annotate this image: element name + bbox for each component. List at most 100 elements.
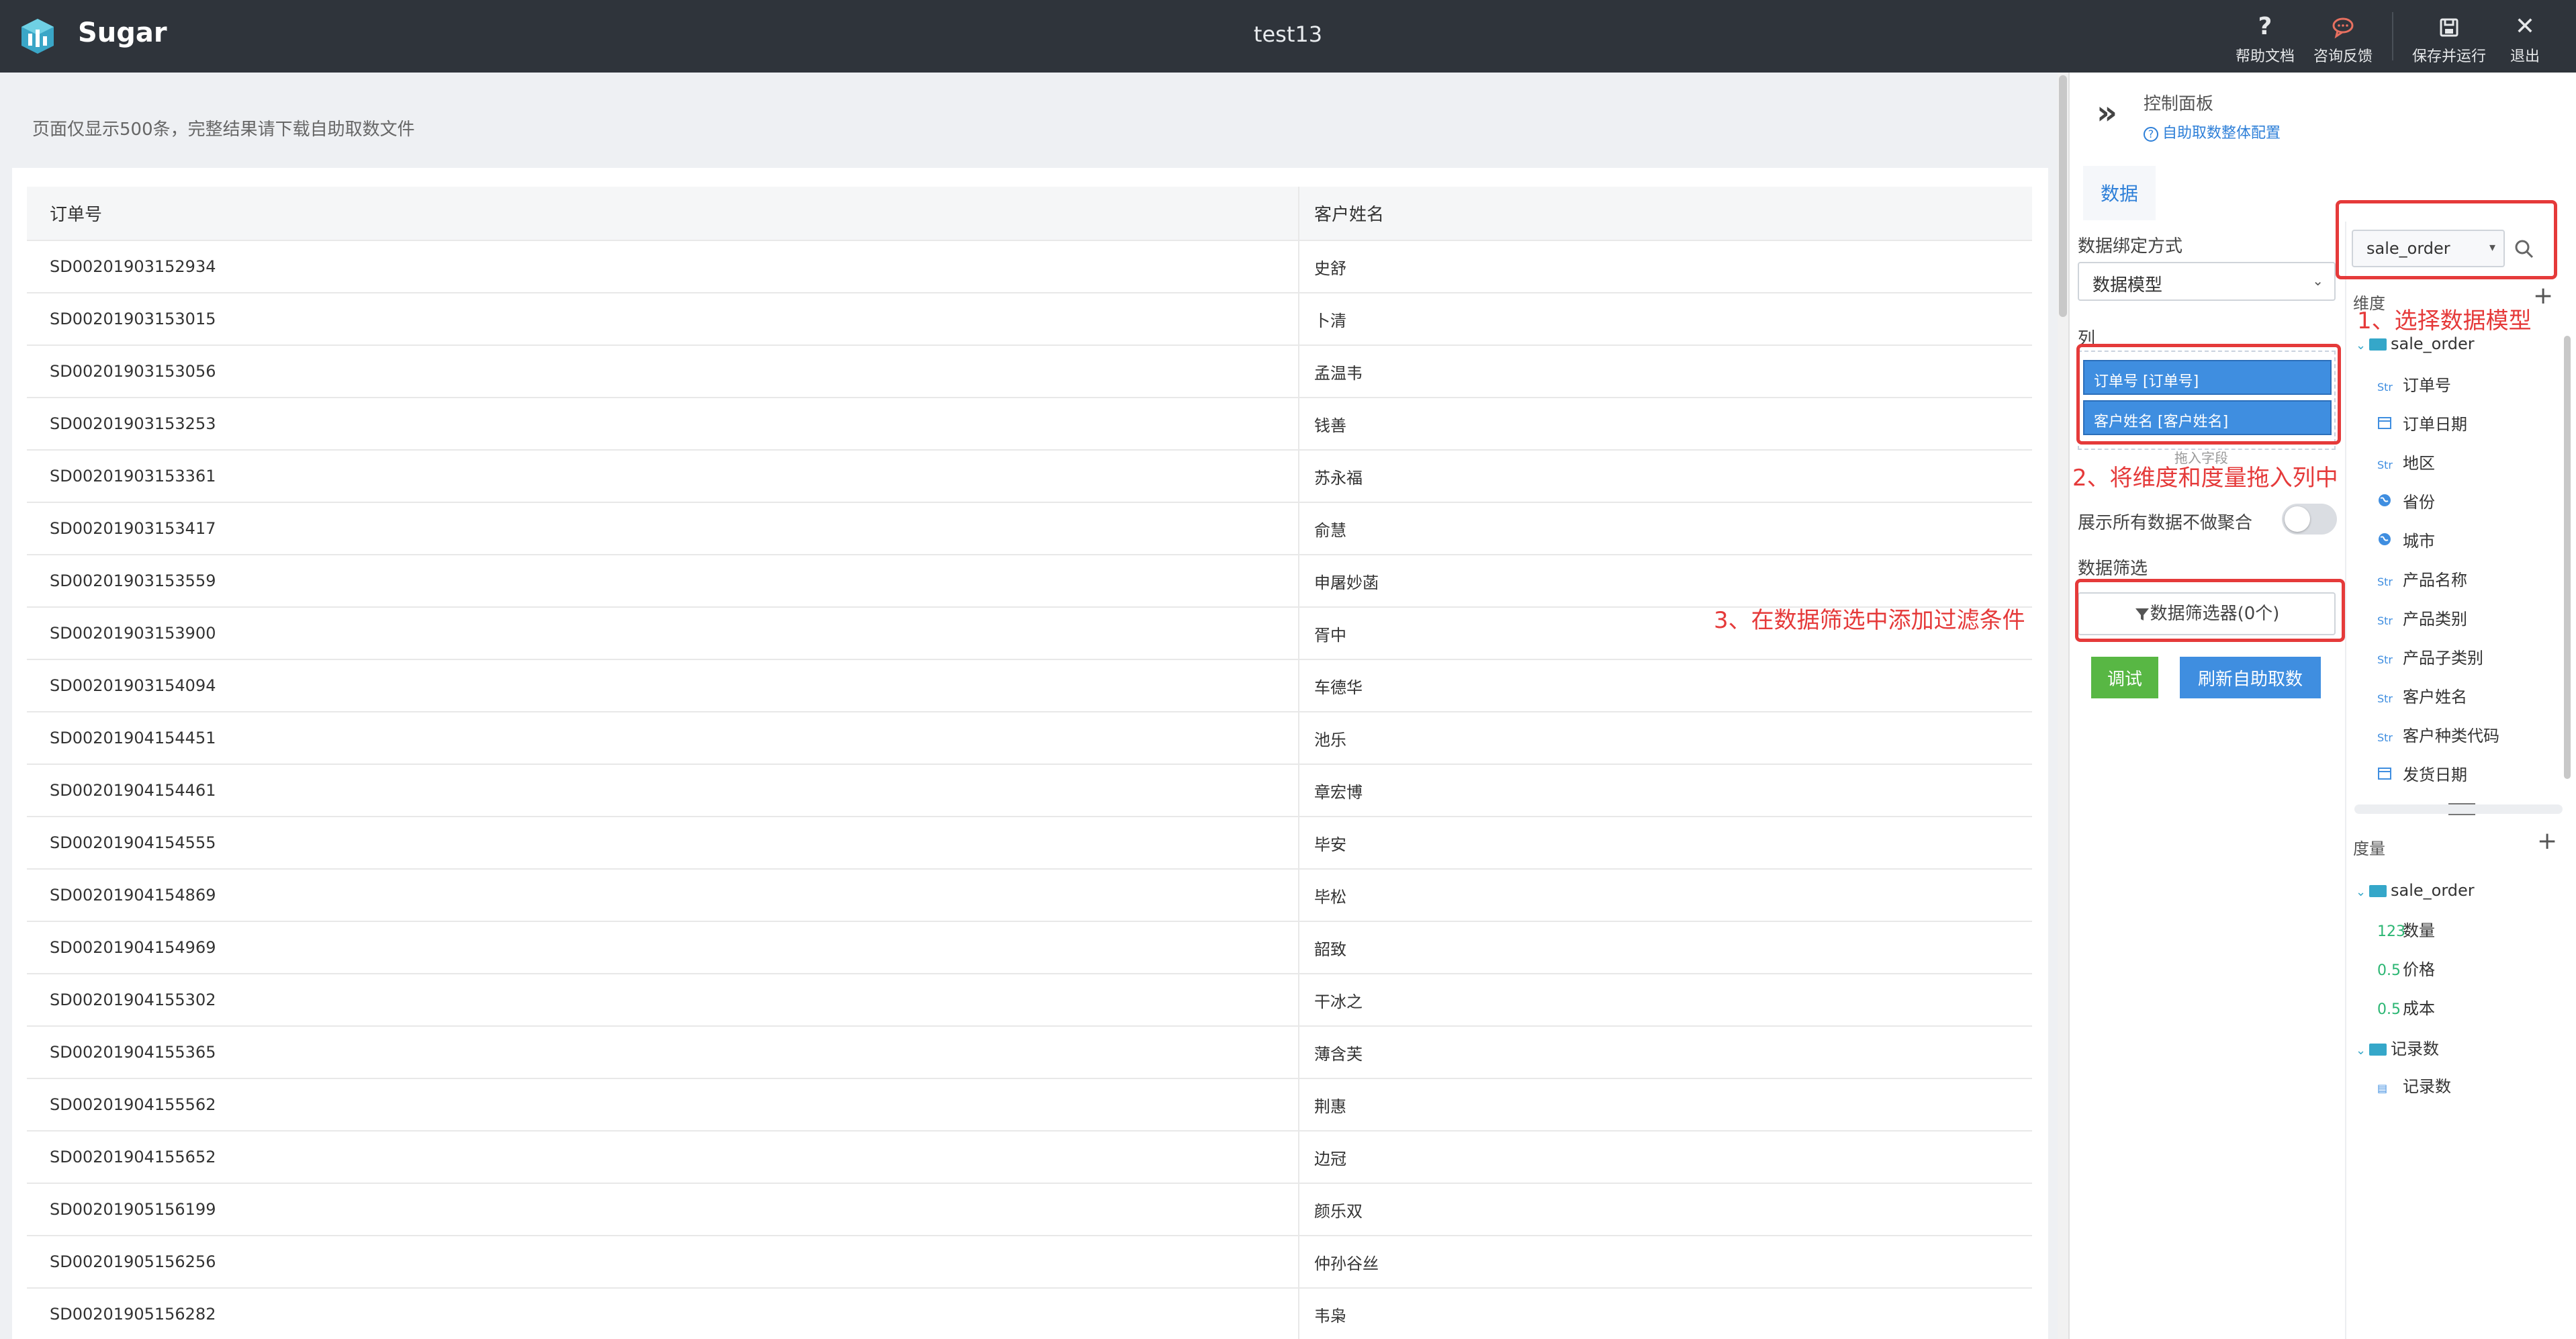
add-measure-plus-icon[interactable]: + xyxy=(2537,827,2557,855)
dimension-field[interactable]: Str 产品名称 xyxy=(2377,567,2467,590)
table-row[interactable]: SD00201905156282 韦枭 xyxy=(27,1288,2032,1339)
table-row[interactable]: SD00201904154555 毕安 xyxy=(27,817,2032,870)
table-row[interactable]: SD00201903153253 钱善 xyxy=(27,398,2032,451)
dimension-field[interactable]: Str 产品类别 xyxy=(2377,606,2467,629)
table-row[interactable]: SD00201904155652 边冠 xyxy=(27,1131,2032,1184)
dimension-field[interactable]: Str 客户种类代码 xyxy=(2377,723,2499,746)
cell-order-id: SD00201904155365 xyxy=(27,1026,1299,1079)
no-aggregation-toggle[interactable] xyxy=(2282,504,2337,535)
debug-button[interactable]: 调试 xyxy=(2091,657,2158,698)
cell-order-id: SD00201903153361 xyxy=(27,450,1299,503)
top-header: Sugar test13 ? 帮助文档 咨询反馈 保存并运行 ✕ 退出 xyxy=(0,0,2576,73)
cell-customer-name: 韶致 xyxy=(1298,921,2032,974)
tab-data[interactable]: 数据 xyxy=(2083,164,2156,220)
result-limit-notice: 页面仅显示500条，完整结果请下载自助取数文件 xyxy=(32,120,415,140)
calendar-icon xyxy=(2377,415,2397,432)
table-row[interactable]: SD00201903153559 申屠妙菡 xyxy=(27,555,2032,608)
table-row[interactable]: SD00201903154094 车德华 xyxy=(27,659,2032,712)
table-row[interactable]: SD00201905156199 颜乐双 xyxy=(27,1183,2032,1236)
column-header-customer-name[interactable]: 客户姓名 xyxy=(1298,187,2032,241)
brand-name: Sugar xyxy=(78,17,167,48)
result-table-card: 订单号 客户姓名 SD00201903152934 史舒 SD00201903153… xyxy=(12,168,2048,1339)
table-row[interactable]: SD00201903153056 孟温韦 xyxy=(27,345,2032,398)
table-row[interactable]: SD00201903153015 卜清 xyxy=(27,293,2032,346)
cell-order-id: SD00201904154555 xyxy=(27,817,1299,870)
column-header-order-id[interactable]: 订单号 xyxy=(27,187,1299,241)
cell-order-id: SD00201904154969 xyxy=(27,921,1299,974)
cell-customer-name: 章宏博 xyxy=(1298,764,2032,817)
table-row[interactable]: SD00201904154969 韶致 xyxy=(27,921,2032,974)
cell-order-id: SD00201903153253 xyxy=(27,398,1299,451)
table-scrollbar-thumb[interactable] xyxy=(2059,75,2067,317)
dimension-field[interactable]: 订单日期 xyxy=(2377,411,2467,434)
sugar-logo-icon xyxy=(21,19,54,54)
field-list-scrollbar[interactable] xyxy=(2564,336,2571,779)
table-row[interactable]: SD00201904154869 毕松 xyxy=(27,869,2032,922)
no-aggregation-label: 展示所有数据不做聚合 xyxy=(2078,513,2253,533)
dimension-field[interactable]: Str 产品子类别 xyxy=(2377,645,2483,668)
binding-mode-select[interactable]: 数据模型 ⌄ xyxy=(2078,262,2336,301)
dimension-field[interactable]: 省份 xyxy=(2377,489,2435,512)
refresh-button[interactable]: 刷新自助取数 xyxy=(2180,657,2321,698)
cell-customer-name: 钱善 xyxy=(1298,398,2032,451)
table-header-row: 订单号 客户姓名 xyxy=(27,187,2032,241)
cell-order-id: SD00201903153559 xyxy=(27,555,1299,608)
exit-button[interactable]: ✕ 退出 xyxy=(2489,12,2561,66)
record-count-field[interactable]: ▤ 记录数 xyxy=(2377,1073,2451,1097)
feedback-button[interactable]: 咨询反馈 xyxy=(2306,12,2380,66)
table-row[interactable]: SD00201904155562 荆惠 xyxy=(27,1078,2032,1132)
table-row[interactable]: SD00201903153361 苏永福 xyxy=(27,450,2032,503)
folder-icon xyxy=(2369,338,2387,351)
save-run-button[interactable]: 保存并运行 xyxy=(2412,12,2486,66)
string-type-icon: Str xyxy=(2377,653,2393,666)
table-row[interactable]: SD00201904155365 薄含芙 xyxy=(27,1026,2032,1079)
annotation-step3: 3、在数据筛选中添加过滤条件 xyxy=(1714,607,2025,634)
cell-order-id: SD00201904155562 xyxy=(27,1078,1299,1132)
cell-order-id: SD00201904154461 xyxy=(27,764,1299,817)
page-title: test13 xyxy=(1253,21,1323,47)
chat-bubble-icon xyxy=(2306,12,2380,42)
collapse-panel-icon[interactable]: » xyxy=(2097,94,2117,132)
binding-mode-label: 数据绑定方式 xyxy=(2078,236,2183,257)
cell-customer-name: 池乐 xyxy=(1298,712,2032,765)
help-doc-button[interactable]: ? 帮助文档 xyxy=(2228,12,2302,66)
cell-customer-name: 毕安 xyxy=(1298,817,2032,870)
cell-order-id: SD00201905156282 xyxy=(27,1288,1299,1339)
config-link[interactable]: ? 自助取数整体配置 xyxy=(2144,121,2281,142)
cell-order-id: SD00201903154094 xyxy=(27,659,1299,712)
dimension-folder[interactable]: ⌄ sale_order xyxy=(2356,334,2475,353)
record-count-folder[interactable]: ⌄ 记录数 xyxy=(2356,1035,2439,1059)
cell-customer-name: 卜清 xyxy=(1298,293,2032,346)
string-type-icon: Str xyxy=(2377,731,2393,744)
table-row[interactable]: SD00201904154451 池乐 xyxy=(27,712,2032,765)
measure-field[interactable]: 0.5 成本 xyxy=(2377,995,2435,1019)
dimension-field[interactable]: Str 地区 xyxy=(2377,450,2435,473)
caret-down-icon: ⌄ xyxy=(2356,885,2366,899)
measure-field[interactable]: 0.5 价格 xyxy=(2377,956,2435,980)
table-row[interactable]: SD00201903152934 史舒 xyxy=(27,240,2032,293)
dimension-field[interactable]: 发货日期 xyxy=(2377,761,2467,785)
measure-folder[interactable]: ⌄ sale_order xyxy=(2356,881,2475,900)
dimension-field[interactable]: 城市 xyxy=(2377,528,2435,551)
cell-customer-name: 韦枭 xyxy=(1298,1288,2032,1339)
add-dimension-plus-icon[interactable]: + xyxy=(2533,282,2553,310)
table-row[interactable]: SD00201905156256 仲孙谷丝 xyxy=(27,1236,2032,1289)
cell-order-id: SD00201903153900 xyxy=(27,607,1299,660)
help-circle-icon: ? xyxy=(2144,127,2158,142)
cell-order-id: SD00201903153015 xyxy=(27,293,1299,346)
table-row[interactable]: SD00201904155302 干冰之 xyxy=(27,974,2032,1027)
table-row[interactable]: SD00201903153417 俞慧 xyxy=(27,502,2032,555)
dimension-field[interactable]: Str 订单号 xyxy=(2377,372,2451,396)
cell-customer-name: 荆惠 xyxy=(1298,1078,2032,1132)
cell-order-id: SD00201903153056 xyxy=(27,345,1299,398)
annotation-box-filter xyxy=(2075,579,2345,642)
cell-order-id: SD00201904155302 xyxy=(27,974,1299,1027)
cell-order-id: SD00201905156256 xyxy=(27,1236,1299,1289)
cell-order-id: SD00201904154451 xyxy=(27,712,1299,765)
resize-grip-icon[interactable] xyxy=(2448,803,2475,815)
dimension-field[interactable]: Str 客户姓名 xyxy=(2377,684,2467,707)
table-row[interactable]: SD00201904154461 章宏博 xyxy=(27,764,2032,817)
folder-icon xyxy=(2369,1044,2387,1056)
measure-field[interactable]: 123数量 xyxy=(2377,917,2435,941)
cell-customer-name: 干冰之 xyxy=(1298,974,2032,1027)
